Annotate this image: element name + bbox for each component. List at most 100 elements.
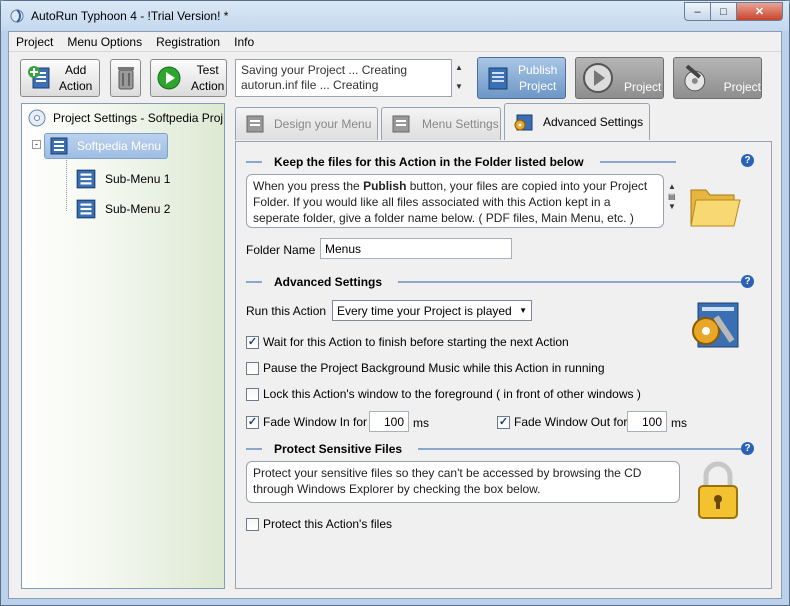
menu-registration[interactable]: Registration bbox=[149, 32, 227, 51]
advanced-settings-pane: Keep the files for this Action in the Fo… bbox=[235, 141, 772, 589]
pause-check[interactable] bbox=[246, 361, 259, 375]
checkbox-label: Fade Window Out for bbox=[514, 415, 628, 429]
tree-root[interactable]: Project Settings - Softpedia Proj bbox=[28, 109, 223, 127]
tree-item-softpedia-menu[interactable]: Softpedia Menu bbox=[44, 133, 168, 159]
keep-files-heading: Keep the files for this Action in the Fo… bbox=[246, 155, 676, 169]
close-button[interactable]: ✕ bbox=[737, 2, 783, 21]
design-icon bbox=[246, 115, 264, 133]
fade-in-check[interactable]: ✓ bbox=[246, 415, 259, 429]
chevron-down-icon: ▼ bbox=[519, 306, 527, 315]
folder-icon bbox=[690, 189, 741, 227]
add-action-button[interactable]: Add Action bbox=[20, 59, 100, 97]
toolbar: Add Action Test Action Saving your Proje… bbox=[9, 53, 781, 103]
fade-in-checkbox[interactable]: ✓ Fade Window In for bbox=[246, 415, 367, 429]
lock-window-checkbox[interactable]: Lock this Action's window to the foregro… bbox=[246, 387, 641, 401]
advanced-heading: Advanced Settings bbox=[246, 275, 753, 289]
help-icon[interactable]: ? bbox=[741, 442, 754, 455]
tab-label: Design your Menu bbox=[274, 117, 372, 131]
info-text: When you press the bbox=[253, 179, 364, 193]
log-scrollbar[interactable]: ▲ ▼ bbox=[455, 59, 467, 97]
tree-line bbox=[66, 156, 67, 211]
run-action-value: Every time your Project is played bbox=[337, 303, 512, 318]
wait-check[interactable]: ✓ bbox=[246, 335, 259, 349]
trash-icon bbox=[117, 67, 134, 90]
info-bold: Publish bbox=[363, 179, 407, 193]
tab-menu-settings[interactable]: Menu Settings bbox=[381, 107, 501, 140]
advanced-icon bbox=[514, 114, 533, 131]
checkbox-label: Protect this Action's files bbox=[263, 517, 393, 531]
title-bar[interactable]: AutoRun Typhoon 4 - !Trial Version! * – … bbox=[1, 1, 789, 31]
cd-icon bbox=[28, 109, 46, 127]
menu-project[interactable]: Project bbox=[9, 32, 60, 51]
pause-music-checkbox[interactable]: Pause the Project Background Music while… bbox=[246, 361, 605, 375]
project-tree: Project Settings - Softpedia Proj - Soft… bbox=[21, 103, 225, 589]
collapse-toggle[interactable]: - bbox=[32, 140, 41, 149]
minimize-button[interactable]: – bbox=[684, 2, 711, 21]
help-icon[interactable]: ? bbox=[741, 154, 754, 167]
protect-files-checkbox[interactable]: Protect this Action's files bbox=[246, 517, 392, 531]
tree-item-label: Sub-Menu 1 bbox=[105, 172, 171, 186]
checkbox-label: Lock this Action's window to the foregro… bbox=[263, 387, 641, 401]
window-title: AutoRun Typhoon 4 - !Trial Version! * bbox=[31, 9, 229, 23]
run-action-select[interactable]: Every time your Project is played ▼ bbox=[332, 300, 532, 321]
fade-in-input[interactable]: 100 bbox=[369, 411, 409, 432]
log-line: Saving your Project ... Creating bbox=[241, 63, 408, 77]
status-log: Saving your Project ... Creating autorun… bbox=[235, 59, 452, 97]
fade-out-check[interactable]: ✓ bbox=[497, 415, 510, 429]
run-project-button[interactable]: Project bbox=[575, 57, 664, 99]
menu-icon bbox=[76, 169, 96, 189]
client-area: Project Menu Options Registration Info A… bbox=[8, 31, 782, 599]
checkbox-label: Fade Window In for bbox=[263, 415, 368, 429]
publish-project-button[interactable]: Publish Project bbox=[477, 57, 566, 99]
run-action-label: Run this Action bbox=[246, 304, 327, 318]
menu-bar: Project Menu Options Registration Info bbox=[9, 32, 781, 52]
tree-root-label: Project Settings - Softpedia Proj bbox=[53, 111, 224, 125]
wait-checkbox[interactable]: ✓ Wait for this Action to finish before … bbox=[246, 335, 569, 349]
project-label: Project bbox=[723, 80, 761, 94]
play-icon bbox=[157, 66, 181, 90]
add-icon bbox=[28, 66, 50, 89]
tree-item-sub-menu-2[interactable]: Sub-Menu 2 bbox=[75, 198, 170, 220]
checkbox-label: Wait for this Action to finish before st… bbox=[263, 335, 569, 349]
section-title: Advanced Settings bbox=[274, 275, 383, 289]
fade-out-checkbox[interactable]: ✓ Fade Window Out for bbox=[497, 415, 627, 429]
project-label: Project bbox=[624, 80, 662, 94]
lock-check[interactable] bbox=[246, 387, 259, 401]
tab-label: Menu Settings bbox=[422, 117, 499, 131]
menu-info[interactable]: Info bbox=[227, 32, 261, 51]
protect-check[interactable] bbox=[246, 517, 259, 531]
fade-out-input[interactable]: 100 bbox=[627, 411, 667, 432]
publish-project-label: Publish Project bbox=[518, 63, 558, 93]
menu-menu-options[interactable]: Menu Options bbox=[60, 32, 149, 51]
log-line: autorun.inf file ... Creating bbox=[241, 78, 379, 92]
checkbox-label: Pause the Project Background Music while… bbox=[263, 361, 605, 375]
settings-gear-icon bbox=[692, 302, 739, 348]
burn-project-button[interactable]: Project bbox=[673, 57, 762, 99]
tree-item-label: Sub-Menu 2 bbox=[105, 202, 171, 216]
test-action-label: Test Action bbox=[191, 63, 225, 93]
protect-info: Protect your sensitive files so they can… bbox=[246, 461, 680, 503]
ms-label: ms bbox=[413, 416, 429, 430]
help-icon[interactable]: ? bbox=[741, 275, 754, 288]
test-action-button[interactable]: Test Action bbox=[150, 59, 227, 97]
tree-item-sub-menu-1[interactable]: Sub-Menu 1 bbox=[75, 168, 170, 190]
publish-icon bbox=[488, 67, 508, 90]
delete-button[interactable] bbox=[110, 59, 141, 97]
maximize-button[interactable]: □ bbox=[711, 2, 737, 21]
tree-item-label: Softpedia Menu bbox=[77, 139, 162, 153]
keep-files-info: When you press the Publish button, your … bbox=[246, 174, 664, 228]
section-title: Keep the files for this Action in the Fo… bbox=[274, 155, 584, 169]
tab-design-your-menu[interactable]: Design your Menu bbox=[235, 107, 378, 140]
play-circle-icon bbox=[583, 63, 613, 93]
folder-name-label: Folder Name bbox=[246, 243, 316, 257]
info-scrollbar[interactable]: ▲ ▤ ▼ bbox=[668, 182, 676, 212]
folder-name-input[interactable]: Menus bbox=[320, 238, 512, 259]
burn-cd-icon bbox=[684, 64, 706, 92]
menu-icon bbox=[50, 137, 68, 155]
add-action-label: Add Action bbox=[59, 63, 93, 93]
tab-label: Advanced Settings bbox=[543, 115, 644, 129]
tab-advanced-settings[interactable]: Advanced Settings bbox=[504, 103, 650, 140]
menu-icon bbox=[76, 199, 96, 219]
app-icon bbox=[10, 9, 24, 23]
protect-heading: Protect Sensitive Files bbox=[246, 442, 750, 456]
